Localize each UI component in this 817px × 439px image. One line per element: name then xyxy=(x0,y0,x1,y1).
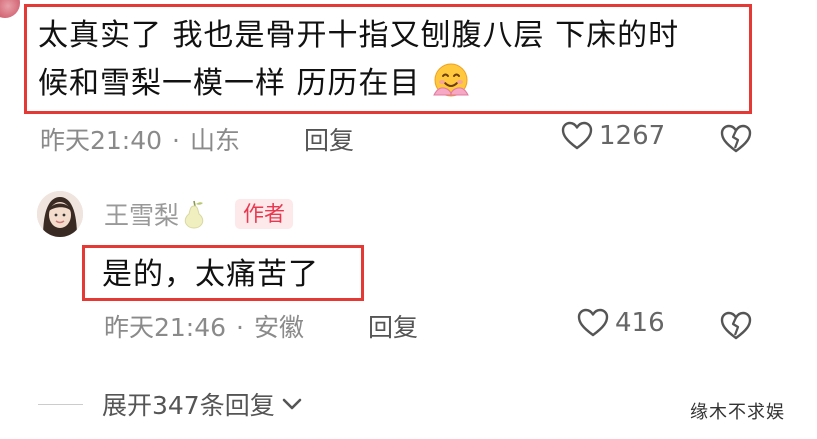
reply-reply-button[interactable]: 回复 xyxy=(368,308,418,344)
author-avatar[interactable] xyxy=(37,191,83,237)
comment-text-line2: 候和雪梨一模一样 历历在目 xyxy=(38,66,421,101)
broken-heart-icon xyxy=(720,124,752,153)
watermark: 缘木不求娱 xyxy=(690,402,785,423)
comment-like-button[interactable]: 1267 xyxy=(561,121,665,151)
expand-replies-label: 展开347条回复 xyxy=(102,391,275,420)
reply-text: 是的，太痛苦了 xyxy=(102,257,319,292)
reply-meta: 昨天21:46 · 安徽 xyxy=(104,308,304,344)
reply-location: 安徽 xyxy=(254,313,305,342)
comment-meta: 昨天21:40 · 山东 xyxy=(40,121,240,157)
comment-location: 山东 xyxy=(190,126,241,155)
pear-icon xyxy=(184,200,204,229)
heart-icon xyxy=(577,308,609,337)
reply-dislike-button[interactable] xyxy=(720,311,752,345)
commenter-avatar[interactable] xyxy=(0,0,20,18)
broken-heart-icon xyxy=(720,311,752,340)
reply-like-count: 416 xyxy=(615,308,665,338)
expand-replies-button[interactable]: 展开347条回复 xyxy=(102,386,303,422)
chevron-down-icon xyxy=(282,398,302,410)
comment-reply-button[interactable]: 回复 xyxy=(304,121,354,157)
comment-text: 太真实了 我也是骨开十指又刨腹八层 下床的时 候和雪梨一模一样 历历在目 xyxy=(38,12,738,108)
expand-divider xyxy=(38,404,83,405)
comment-like-count: 1267 xyxy=(599,121,666,151)
author-badge: 作者 xyxy=(235,199,293,229)
hug-emoji-icon xyxy=(431,61,471,101)
reply-like-button[interactable]: 416 xyxy=(577,308,665,338)
meta-separator: · xyxy=(172,126,180,155)
author-name-text: 王雪梨 xyxy=(104,201,180,230)
reply-time: 昨天21:46 xyxy=(104,313,227,342)
meta-separator: · xyxy=(236,313,244,342)
comment-text-line1: 太真实了 我也是骨开十指又刨腹八层 下床的时 xyxy=(38,18,680,53)
comment-dislike-button[interactable] xyxy=(720,124,752,158)
author-name[interactable]: 王雪梨 xyxy=(104,196,207,232)
comment-time: 昨天21:40 xyxy=(40,126,163,155)
heart-icon xyxy=(561,121,593,150)
